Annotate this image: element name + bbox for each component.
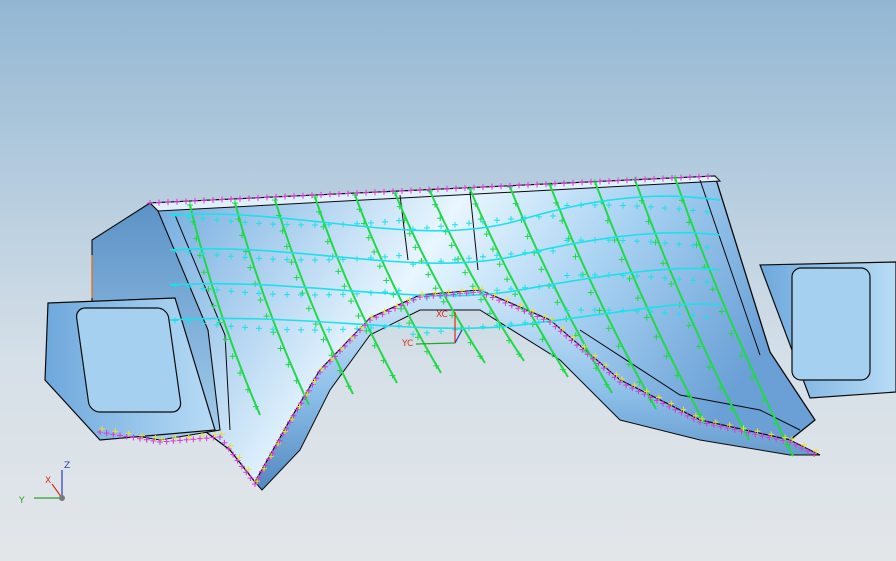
isoline-point [466,325,472,332]
right-pad-slot [791,267,871,381]
triad-origin [59,495,65,501]
isoline-point [410,331,416,338]
left-pad-slot [75,307,182,413]
isoline-point [424,329,430,336]
triad-x-label: X [45,476,51,486]
view-triad[interactable]: Z Y X [18,461,70,506]
triad-z-label: Z [64,461,70,471]
isoline-point [396,322,402,329]
wcs-xc-label: XC [436,310,448,320]
isoline-point [438,328,444,335]
triad-y-label: Y [18,496,25,506]
wcs-yc-axis [415,342,456,345]
wcs-yc-label: YC [401,339,413,349]
model-view[interactable]: XC YC Z Y X [0,0,896,561]
isoline-point [480,323,486,330]
wcs-zc-axis [454,329,463,344]
graphics-window[interactable]: XC YC Z Y X [0,0,896,561]
